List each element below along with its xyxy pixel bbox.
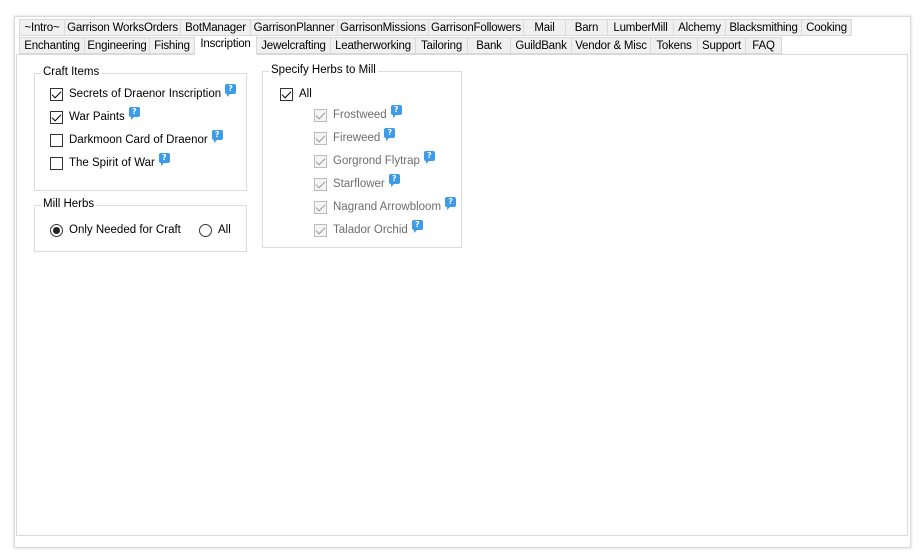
tab-bank[interactable]: Bank <box>467 37 511 54</box>
tab-garrisonmissions[interactable]: GarrisonMissions <box>337 19 429 36</box>
tab-barn[interactable]: Barn <box>565 19 608 36</box>
craft-item-the-spirit-of-war[interactable]: The Spirit of War ? <box>50 153 170 171</box>
tab-leatherworking[interactable]: Leatherworking <box>330 37 416 54</box>
craft-item-war-paints[interactable]: War Paints ? <box>50 107 140 125</box>
checkbox[interactable] <box>314 200 327 214</box>
specify-herbs-group: Specify Herbs to Mill All Frostweed ? Fi… <box>262 64 462 248</box>
checkbox-label: War Paints <box>69 111 125 123</box>
herb-fireweed[interactable]: Fireweed ? <box>314 128 396 146</box>
checkbox[interactable] <box>314 154 327 168</box>
radio-label: Only Needed for Craft <box>69 224 181 236</box>
radio-button[interactable] <box>199 223 212 237</box>
checkbox[interactable] <box>50 110 63 124</box>
help-icon[interactable]: ? <box>211 130 223 143</box>
checkbox-label: Frostweed <box>333 109 387 121</box>
herb-all[interactable]: All <box>280 86 312 102</box>
craft-items-group: Craft Items Secrets of Draenor Inscripti… <box>34 66 247 191</box>
tab-enchanting[interactable]: Enchanting <box>19 37 85 54</box>
help-icon[interactable]: ? <box>423 151 435 164</box>
tab-guildbank[interactable]: GuildBank <box>510 37 572 54</box>
tab-support[interactable]: Support <box>697 37 746 54</box>
tab-garrison-worksorders[interactable]: Garrison WorksOrders <box>64 19 181 36</box>
radio-label: All <box>218 224 231 236</box>
tab-jewelcrafting[interactable]: Jewelcrafting <box>256 37 331 54</box>
tab-lumbermill[interactable]: LumberMill <box>607 19 674 36</box>
craft-item-darkmoon-card-of-draenor[interactable]: Darkmoon Card of Draenor ? <box>50 130 223 148</box>
craft-items-title: Craft Items <box>41 66 102 78</box>
tab-intro[interactable]: ~Intro~ <box>19 19 65 36</box>
help-icon[interactable]: ? <box>390 105 402 118</box>
checkbox-label: Fireweed <box>333 132 381 144</box>
help-icon[interactable]: ? <box>128 107 140 120</box>
tab-blacksmithing[interactable]: Blacksmithing <box>725 19 802 36</box>
checkbox-label: Darkmoon Card of Draenor <box>69 134 208 146</box>
tab-garrisonplanner[interactable]: GarrisonPlanner <box>250 19 338 36</box>
mill-herbs-group: Mill Herbs Only Needed for Craft All <box>34 198 247 252</box>
checkbox[interactable] <box>280 87 293 101</box>
help-icon[interactable]: ? <box>411 220 423 233</box>
checkbox-label: Starflower <box>333 178 385 190</box>
tab-tokens[interactable]: Tokens <box>650 37 698 54</box>
craft-item-secrets-of-draenor-inscription[interactable]: Secrets of Draenor Inscription ? <box>50 84 237 102</box>
checkbox[interactable] <box>50 156 63 170</box>
checkbox[interactable] <box>314 177 327 191</box>
help-icon[interactable]: ? <box>158 153 170 166</box>
tab-vendor-misc[interactable]: Vendor & Misc <box>571 37 651 54</box>
checkbox[interactable] <box>314 223 327 237</box>
tab-mail[interactable]: Mail <box>523 19 566 36</box>
help-icon[interactable]: ? <box>384 128 396 141</box>
tab-cooking[interactable]: Cooking <box>801 19 852 36</box>
mill-herbs-title: Mill Herbs <box>41 198 97 210</box>
inscription-panel: Craft Items Secrets of Draenor Inscripti… <box>16 54 908 536</box>
checkbox-label: Secrets of Draenor Inscription <box>69 88 222 100</box>
tab-tailoring[interactable]: Tailoring <box>415 37 468 54</box>
radio-button[interactable] <box>50 223 63 237</box>
tab-engineering[interactable]: Engineering <box>84 37 150 54</box>
tab-inscription[interactable]: Inscription <box>194 35 257 55</box>
tab-alchemy[interactable]: Alchemy <box>673 19 726 36</box>
herb-talador-orchid[interactable]: Talador Orchid ? <box>314 220 423 238</box>
help-icon[interactable]: ? <box>388 174 400 187</box>
checkbox-label: Nagrand Arrowbloom <box>333 201 442 213</box>
checkbox[interactable] <box>314 108 327 122</box>
tab-faq[interactable]: FAQ <box>745 37 782 54</box>
tab-fishing[interactable]: Fishing <box>149 37 195 54</box>
help-icon[interactable]: ? <box>225 84 237 97</box>
tab-garrisonfollowers[interactable]: GarrisonFollowers <box>428 19 524 36</box>
herb-starflower[interactable]: Starflower ? <box>314 174 400 192</box>
checkbox-label: All <box>299 88 312 100</box>
specify-herbs-title: Specify Herbs to Mill <box>269 64 378 76</box>
mill-option-only-needed[interactable]: Only Needed for Craft <box>50 222 181 238</box>
tab-botmanager[interactable]: BotManager <box>180 19 251 36</box>
mill-option-all[interactable]: All <box>199 222 231 238</box>
checkbox-label: Gorgrond Flytrap <box>333 155 420 167</box>
checkbox-label: The Spirit of War <box>69 157 155 169</box>
checkbox[interactable] <box>314 131 327 145</box>
herb-nagrand-arrowbloom[interactable]: Nagrand Arrowbloom ? <box>314 197 457 215</box>
checkbox-label: Talador Orchid <box>333 224 408 236</box>
checkbox[interactable] <box>50 133 63 147</box>
checkbox[interactable] <box>50 87 63 101</box>
herb-frostweed[interactable]: Frostweed ? <box>314 105 402 123</box>
help-icon[interactable]: ? <box>445 197 457 210</box>
herb-gorgrond-flytrap[interactable]: Gorgrond Flytrap ? <box>314 151 435 169</box>
